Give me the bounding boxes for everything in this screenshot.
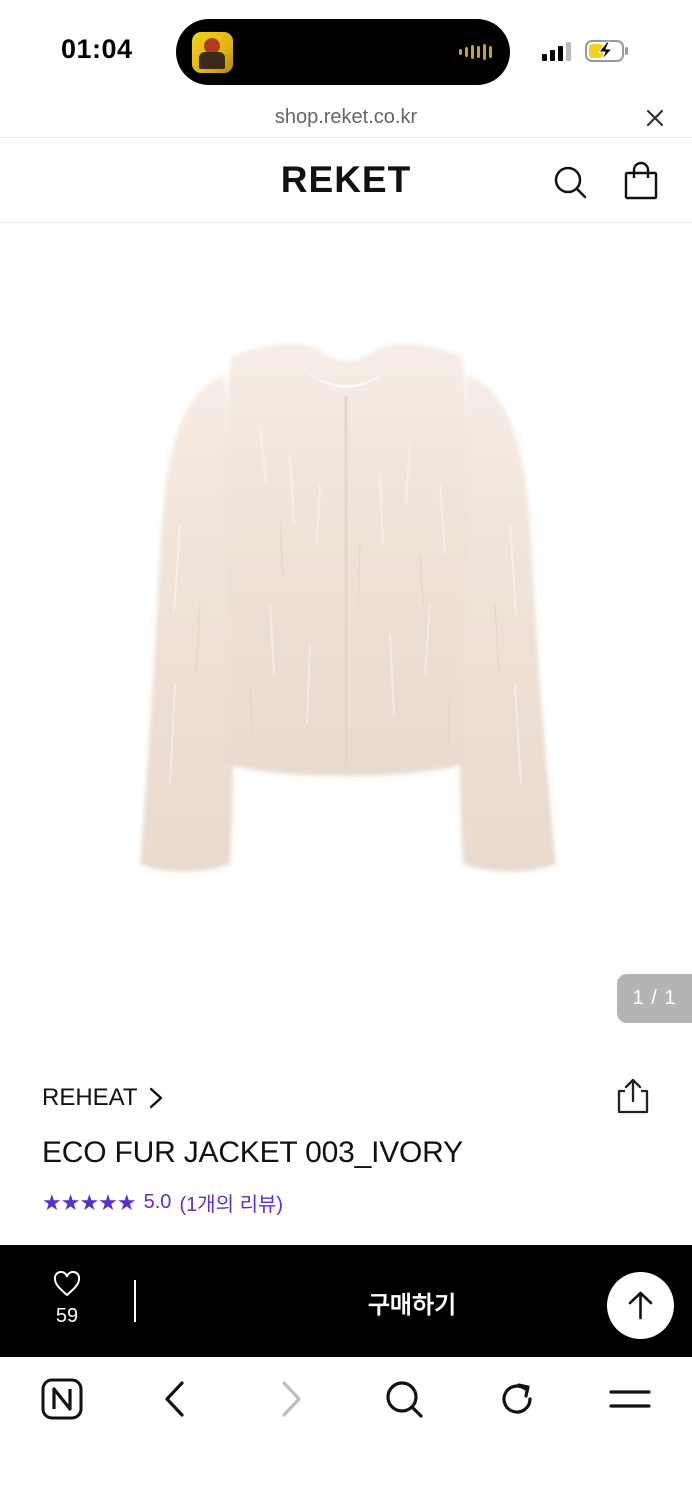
- image-counter: 1 / 1: [617, 974, 692, 1023]
- share-icon[interactable]: [613, 1076, 653, 1116]
- divider: [134, 1280, 136, 1322]
- product-rating[interactable]: ★★★★★ 5.0 (1개의 리뷰): [42, 1188, 283, 1217]
- status-time: 01:04: [61, 34, 133, 64]
- forward-icon[interactable]: [268, 1377, 312, 1421]
- arrow-up-icon: [628, 1291, 653, 1320]
- close-icon[interactable]: [644, 107, 666, 129]
- rating-stars: ★★★★★: [42, 1189, 137, 1215]
- menu-icon[interactable]: [608, 1377, 652, 1421]
- shopping-bag-icon[interactable]: [622, 161, 660, 201]
- browser-toolbar: [0, 1357, 692, 1500]
- search-icon[interactable]: [551, 163, 589, 201]
- brand-name[interactable]: REHEAT: [42, 1084, 138, 1112]
- status-bar: 01:04: [0, 0, 692, 100]
- site-header: REKET: [0, 139, 692, 223]
- product-image-gallery[interactable]: 1 / 1: [0, 224, 692, 1048]
- purchase-bar: 59 구매하기: [0, 1245, 692, 1357]
- heart-icon[interactable]: [53, 1271, 81, 1297]
- buy-button[interactable]: 구매하기: [312, 1285, 512, 1320]
- browser-url-bar[interactable]: shop.reket.co.kr: [0, 100, 692, 138]
- fur-jacket-image: [140, 343, 556, 872]
- dynamic-island[interactable]: [176, 19, 510, 85]
- reload-icon[interactable]: [495, 1377, 539, 1421]
- back-icon[interactable]: [154, 1377, 198, 1421]
- cellular-signal-icon: [542, 41, 571, 61]
- like-count: 59: [55, 1305, 79, 1327]
- rating-score: 5.0: [143, 1191, 172, 1213]
- naver-n-icon[interactable]: [40, 1377, 84, 1421]
- url-text[interactable]: shop.reket.co.kr: [0, 106, 692, 129]
- audio-wave-icon: [459, 44, 492, 60]
- product-title: ECO FUR JACKET 003_IVORY: [42, 1136, 463, 1169]
- search-icon[interactable]: [382, 1377, 426, 1421]
- chevron-right-icon: [149, 1087, 162, 1109]
- battery-charging-icon: [585, 40, 628, 62]
- review-count-link[interactable]: (1개의 리뷰): [179, 1188, 283, 1217]
- scroll-to-top-button[interactable]: [607, 1272, 674, 1339]
- now-playing-app-icon[interactable]: [192, 32, 233, 73]
- brand-link[interactable]: REHEAT: [42, 1080, 164, 1116]
